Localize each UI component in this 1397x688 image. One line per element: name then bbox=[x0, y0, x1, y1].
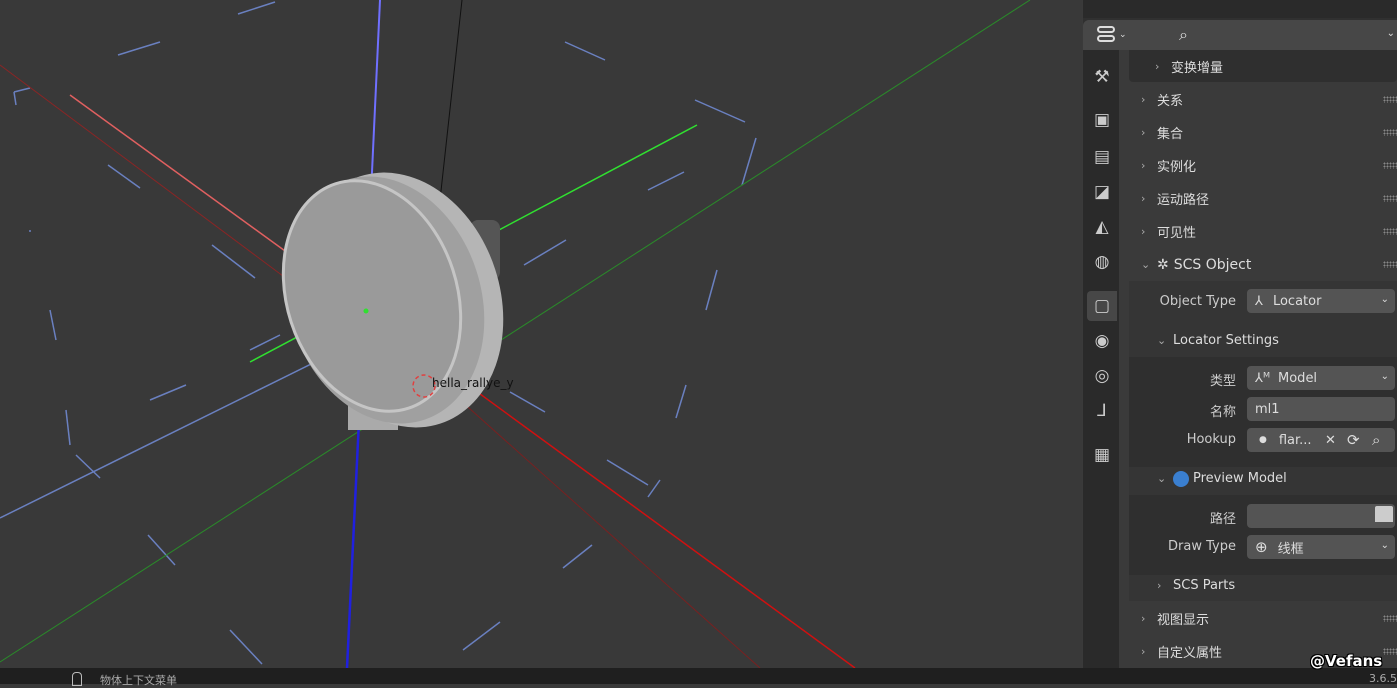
section-delta-transform[interactable]: › 变换增量 bbox=[1119, 50, 1397, 83]
object-tab-icon[interactable]: ▢ bbox=[1087, 291, 1117, 321]
viewport-scene bbox=[0, 0, 1031, 668]
locator-settings-header[interactable]: ⌄ Locator Settings bbox=[1119, 324, 1397, 357]
tool-tab-icon[interactable]: ⚒ bbox=[1087, 62, 1117, 92]
section-label: 可见性 bbox=[1157, 226, 1197, 241]
output-tab-icon[interactable]: ▤ bbox=[1087, 142, 1117, 172]
status-bar: 物体上下文菜单 3.6.5 bbox=[0, 668, 1397, 687]
section-viewport-display[interactable]: › 视图显示 bbox=[1119, 602, 1397, 635]
section-motion-paths[interactable]: › 运动路径 bbox=[1119, 182, 1397, 215]
draw-type-value: 线框 bbox=[1277, 541, 1304, 557]
chevron-down-icon: ⌄ bbox=[1380, 540, 1389, 551]
section-label: Locator Settings bbox=[1173, 333, 1279, 348]
z-axis-bottom bbox=[345, 399, 362, 668]
scs-parts-header[interactable]: › SCS Parts bbox=[1119, 569, 1397, 602]
clear-icon[interactable]: ✕ bbox=[1325, 433, 1336, 448]
x-axis-dark bbox=[0, 64, 296, 286]
section-label: 视图显示 bbox=[1157, 613, 1210, 628]
scs-icon: ✲ bbox=[1157, 256, 1169, 273]
constraints-tab-icon[interactable]: ◎ bbox=[1087, 361, 1117, 391]
section-label: SCS Object bbox=[1173, 256, 1252, 273]
version-label: 3.6.5 bbox=[1369, 672, 1397, 685]
object-type-value: Locator bbox=[1272, 293, 1322, 309]
section-scs-object[interactable]: ⌄ ✲ SCS Object bbox=[1119, 248, 1397, 281]
locator-type-dropdown[interactable]: ⅄ᴹ Model ⌄ bbox=[1247, 366, 1395, 390]
chevron-down-icon: ⌄ bbox=[1380, 371, 1389, 382]
scene-tab-icon[interactable]: ◭ bbox=[1087, 212, 1117, 242]
hookup-label: Hookup bbox=[1186, 432, 1236, 447]
locator-icon: ⅄ bbox=[1255, 293, 1263, 309]
section-visibility[interactable]: › 可见性 bbox=[1119, 215, 1397, 248]
section-label: 集合 bbox=[1157, 127, 1184, 142]
x-axis-red bbox=[449, 371, 856, 668]
properties-panel: ⌄ ⌕ ⌄ ⚒ ▣ ▤ ◪ ◭ ◍ ▢ ◉ ◎ ⅃ ▦ › 变换增量 › 关系 › 集… bbox=[1083, 0, 1397, 668]
refresh-icon[interactable]: ⟳ bbox=[1347, 431, 1360, 449]
section-relations[interactable]: › 关系 bbox=[1119, 83, 1397, 116]
search-hookup-icon[interactable]: ⌕ bbox=[1372, 431, 1380, 449]
draw-type-label: Draw Type bbox=[1168, 539, 1236, 554]
name-input[interactable]: ml1 bbox=[1247, 397, 1395, 421]
status-context-menu: 物体上下文菜单 bbox=[100, 674, 177, 687]
dot-icon: ● bbox=[1259, 435, 1267, 445]
physics-tab-icon[interactable]: ◉ bbox=[1087, 326, 1117, 356]
properties-content: › 变换增量 › 关系 › 集合 › 实例化 › 运动路径 › 可见性 ⌄ ✲ SCS Obje… bbox=[1119, 50, 1397, 668]
x-axis-light bbox=[69, 94, 293, 257]
folder-icon[interactable] bbox=[1375, 506, 1393, 522]
section-label: 关系 bbox=[1157, 94, 1184, 109]
path-label: 路径 bbox=[1209, 512, 1236, 527]
section-label: SCS Parts bbox=[1173, 578, 1236, 593]
object-type-dropdown[interactable]: ⅄ Locator ⌄ bbox=[1247, 289, 1395, 313]
hookup-field[interactable]: ● flar... ✕ ⟳ ⌕ bbox=[1247, 428, 1395, 452]
type-label: 类型 bbox=[1209, 374, 1236, 389]
watermark: @Vefans bbox=[1310, 652, 1383, 670]
section-label: 变换增量 bbox=[1171, 61, 1224, 76]
path-input[interactable] bbox=[1247, 504, 1395, 528]
object-type-label: Object Type bbox=[1159, 294, 1236, 309]
render-tab-icon[interactable]: ▣ bbox=[1087, 105, 1117, 135]
world-tab-icon[interactable]: ◍ bbox=[1087, 247, 1117, 277]
preview-color-swatch[interactable] bbox=[1173, 470, 1189, 487]
chevron-down-icon: ⌄ bbox=[1380, 294, 1389, 305]
section-instancing[interactable]: › 实例化 bbox=[1119, 149, 1397, 182]
section-label: Preview Model bbox=[1193, 471, 1287, 486]
object-label: hella_rallye_y bbox=[432, 376, 514, 390]
texture-tab-icon[interactable]: ▦ bbox=[1087, 440, 1117, 470]
properties-editor-icon[interactable]: ⌄ bbox=[1097, 26, 1127, 44]
draw-type-dropdown[interactable]: ⊕ 线框 ⌄ bbox=[1247, 535, 1395, 559]
model-locator-icon: ⅄ᴹ bbox=[1255, 370, 1271, 386]
object-data-tab-icon[interactable]: ⅃ bbox=[1087, 396, 1117, 426]
lamp-model bbox=[281, 172, 504, 430]
3d-viewport[interactable]: hella_rallye_y bbox=[0, 0, 1082, 668]
preview-model-header[interactable]: ⌄ Preview Model bbox=[1119, 462, 1397, 495]
section-label: 自定义属性 bbox=[1157, 646, 1223, 661]
section-label: 实例化 bbox=[1157, 160, 1197, 175]
name-label: 名称 bbox=[1209, 405, 1236, 420]
chevron-down-icon[interactable]: ⌄ bbox=[1387, 28, 1395, 39]
hookup-value: flar... bbox=[1278, 432, 1312, 448]
search-icon[interactable]: ⌕ bbox=[1179, 25, 1188, 45]
view-layer-tab-icon[interactable]: ◪ bbox=[1087, 177, 1117, 207]
y-axis-dark bbox=[0, 0, 1031, 663]
wireframe-icon: ⊕ bbox=[1255, 538, 1268, 556]
properties-header: ⌄ ⌕ ⌄ bbox=[1083, 20, 1397, 50]
section-label: 运动路径 bbox=[1157, 193, 1210, 208]
section-collections[interactable]: › 集合 bbox=[1119, 116, 1397, 149]
type-value: Model bbox=[1278, 370, 1318, 386]
properties-tabs: ⚒ ▣ ▤ ◪ ◭ ◍ ▢ ◉ ◎ ⅃ ▦ bbox=[1083, 50, 1119, 668]
